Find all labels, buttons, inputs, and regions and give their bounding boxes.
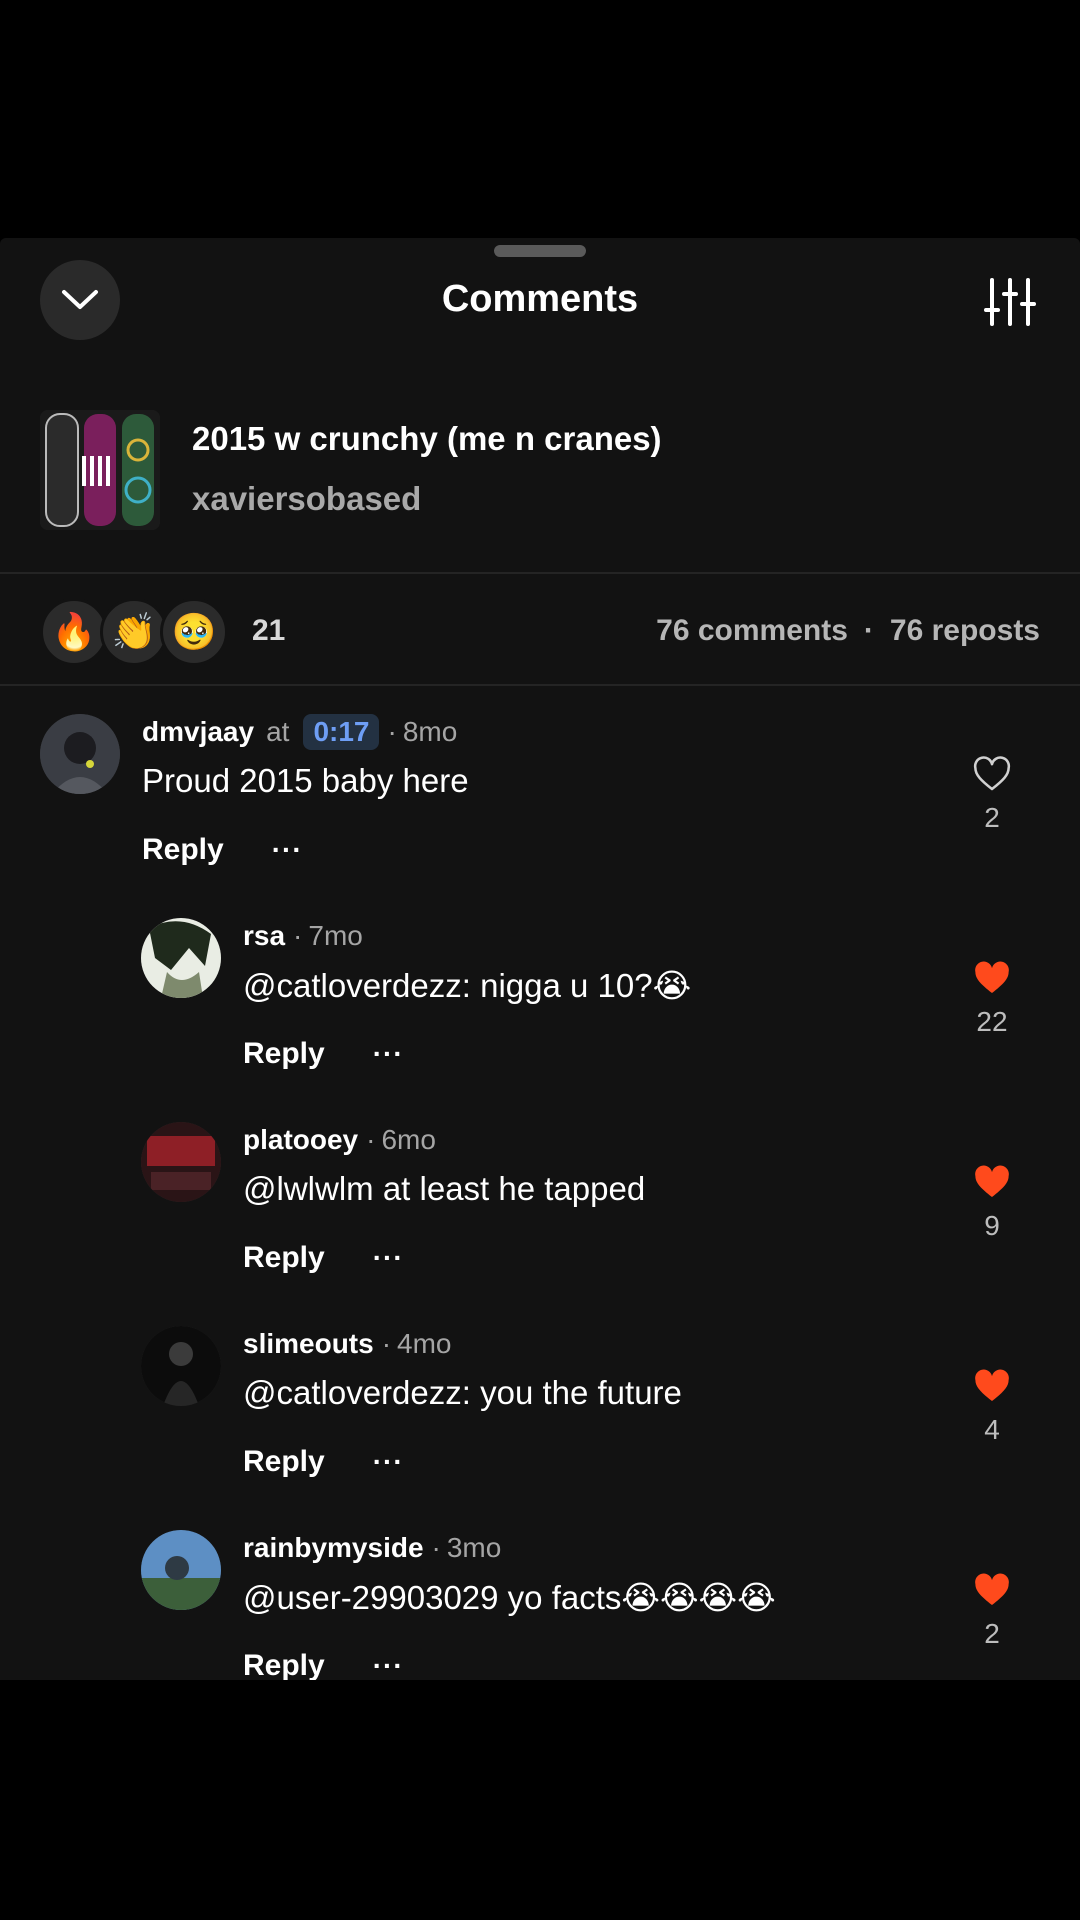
- teary-face-reaction[interactable]: 🥹: [160, 598, 228, 666]
- drag-handle[interactable]: [494, 245, 586, 257]
- comment-text: @lwlwlm at least he tapped: [243, 1170, 646, 1207]
- comment-actions: Reply ···: [243, 1442, 404, 1482]
- like-count: 4: [984, 1414, 1000, 1445]
- divider: [0, 572, 1080, 574]
- username[interactable]: slimeouts: [243, 1328, 374, 1360]
- stats-bar: 🔥 👏 🥹 21 76 comments · 76 reposts: [40, 598, 1040, 668]
- separator: ·: [381, 1328, 392, 1359]
- more-options-icon[interactable]: ···: [373, 1242, 404, 1274]
- like-button[interactable]: 2: [962, 1572, 1022, 1662]
- comment-age: 6mo: [381, 1124, 436, 1155]
- sliders-icon: [984, 278, 1036, 326]
- comment-age: 4mo: [397, 1328, 452, 1359]
- comments-sheet: Comments 2015 w crunchy (me n cranes) xa…: [0, 238, 1080, 1680]
- track-title[interactable]: 2015 w crunchy (me n cranes): [192, 420, 662, 458]
- avatar[interactable]: [141, 1122, 221, 1202]
- like-button[interactable]: 2: [962, 756, 1022, 846]
- username[interactable]: platooey: [243, 1124, 358, 1156]
- comment-age: 8mo: [402, 716, 458, 747]
- clap-reaction[interactable]: 👏: [100, 598, 168, 666]
- username[interactable]: rsa: [243, 920, 285, 952]
- username[interactable]: dmvjaay: [142, 716, 254, 748]
- avatar[interactable]: [40, 714, 120, 794]
- comment-age: 3mo: [446, 1532, 502, 1563]
- page-title: Comments: [441, 278, 639, 320]
- reply-button[interactable]: Reply: [243, 1241, 325, 1275]
- avatar[interactable]: [141, 918, 221, 998]
- more-options-icon[interactable]: ···: [373, 1038, 404, 1070]
- like-count: 22: [976, 1006, 1008, 1037]
- comment-actions: Reply ···: [243, 1646, 404, 1680]
- like-count: 2: [984, 802, 1000, 833]
- comment-text: Proud 2015 baby here: [142, 762, 469, 799]
- comment-meta: platooey · 6mo: [243, 1122, 436, 1158]
- track-artist[interactable]: xaviersobased: [192, 480, 421, 518]
- like-count: 9: [984, 1210, 1000, 1241]
- reply-item: rainbymyside · 3mo @user-29903029 yo fac…: [141, 1530, 1040, 1680]
- more-options-icon[interactable]: ···: [373, 1446, 404, 1478]
- reply-item: rsa · 7mo @catloverdezz: nigga u 10?😭 Re…: [141, 918, 1040, 1114]
- comment-meta: rainbymyside · 3mo: [243, 1530, 501, 1566]
- avatar[interactable]: [141, 1326, 221, 1406]
- more-options-icon[interactable]: ···: [272, 834, 303, 866]
- reply-item: platooey · 6mo @lwlwlm at least he tappe…: [141, 1122, 1040, 1318]
- comment-actions: Reply ···: [142, 830, 303, 870]
- comment-repost-counts: 76 comments · 76 reposts: [656, 614, 1040, 648]
- comment-item: dmvjaay at 0:17 · 8mo Proud 2015 baby he…: [40, 714, 1040, 910]
- reply-button[interactable]: Reply: [243, 1445, 325, 1479]
- reply-button[interactable]: Reply: [243, 1649, 325, 1680]
- repost-count[interactable]: 76 reposts: [890, 614, 1040, 647]
- like-button[interactable]: 4: [962, 1368, 1022, 1458]
- comment-actions: Reply ···: [243, 1238, 404, 1278]
- at-label: at: [266, 716, 290, 747]
- avatar[interactable]: [141, 1530, 221, 1610]
- comment-text: @catloverdezz: you the future: [243, 1374, 682, 1411]
- separator: ·: [431, 1532, 441, 1563]
- reaction-count: 21: [252, 614, 286, 647]
- reply-item: slimeouts · 4mo @catloverdezz: you the f…: [141, 1326, 1040, 1522]
- username[interactable]: rainbymyside: [243, 1532, 424, 1564]
- heart-filled-icon: [975, 1165, 1009, 1198]
- separator: ·: [863, 614, 874, 647]
- heart-filled-icon: [975, 1573, 1009, 1606]
- heart-filled-icon: [975, 961, 1009, 994]
- separator: ·: [366, 1124, 376, 1155]
- track-artwork: [40, 410, 160, 530]
- more-options-icon[interactable]: ···: [373, 1650, 404, 1680]
- heart-outline-icon: [973, 756, 1011, 791]
- separator: ·: [387, 716, 397, 747]
- reply-button[interactable]: Reply: [243, 1037, 325, 1071]
- filter-button[interactable]: [984, 276, 1036, 328]
- separator: ·: [293, 920, 303, 951]
- reply-button[interactable]: Reply: [142, 833, 224, 867]
- comment-meta: rsa · 7mo: [243, 918, 363, 954]
- like-button[interactable]: 22: [962, 960, 1022, 1050]
- track-timestamp-link[interactable]: 0:17: [303, 714, 380, 750]
- comment-age: 7mo: [308, 920, 363, 951]
- comment-count: 76 comments: [656, 614, 848, 647]
- heart-filled-icon: [975, 1369, 1009, 1402]
- comment-meta: dmvjaay at 0:17 · 8mo: [142, 714, 457, 750]
- like-button[interactable]: 9: [962, 1164, 1022, 1254]
- divider: [0, 684, 1080, 686]
- comment-text: @catloverdezz: nigga u 10?😭: [243, 967, 692, 1004]
- comment-actions: Reply ···: [243, 1034, 404, 1074]
- fire-reaction[interactable]: 🔥: [40, 598, 108, 666]
- comment-meta: slimeouts · 4mo: [243, 1326, 452, 1362]
- comment-text: @user-29903029 yo facts😭😭😭😭: [243, 1579, 776, 1616]
- track-info[interactable]: 2015 w crunchy (me n cranes) xaviersobas…: [40, 410, 1040, 534]
- like-count: 2: [984, 1618, 1000, 1649]
